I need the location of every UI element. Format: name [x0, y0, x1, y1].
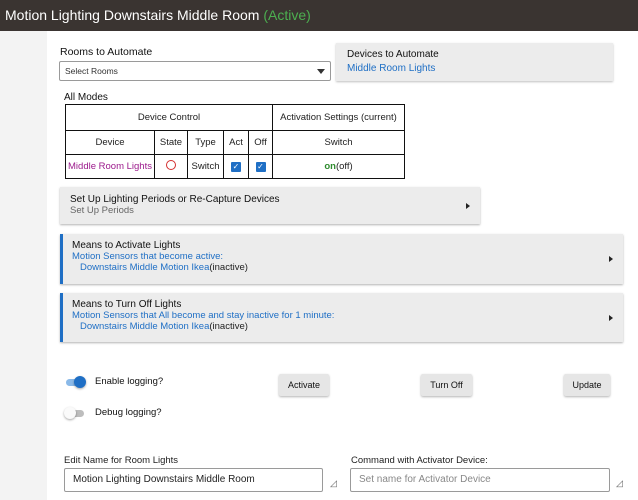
switch-current-text: (off)	[335, 161, 353, 172]
debug-logging-toggle[interactable]	[64, 407, 86, 419]
row-switch: on(off)	[272, 154, 405, 179]
col-state: State	[154, 130, 188, 155]
app-title-bar: Motion Lighting Downstairs Middle Room (…	[0, 0, 638, 31]
row-off[interactable]: ✓	[248, 154, 273, 179]
col-type: Type	[187, 130, 224, 155]
rooms-select-value: Select Rooms	[65, 66, 118, 76]
activate-button[interactable]: Activate	[279, 374, 329, 396]
toggle-knob	[64, 407, 76, 419]
update-button[interactable]: Update	[564, 374, 610, 396]
devices-label: Devices to Automate	[347, 49, 439, 60]
col-act: Act	[223, 130, 249, 155]
lighting-periods-card[interactable]: Set Up Lighting Periods or Re-Capture De…	[60, 187, 480, 224]
app-status: (Active)	[263, 7, 311, 23]
resize-handle-icon[interactable]: ◿	[616, 478, 623, 489]
app-title: Motion Lighting Downstairs Middle Room	[5, 7, 260, 23]
row-act[interactable]: ✓	[223, 154, 249, 179]
dropdown-caret-icon	[317, 69, 325, 74]
col-off: Off	[248, 130, 273, 155]
table-row: Middle Room Lights Switch ✓ ✓ on(off)	[65, 154, 405, 179]
off-checkbox-checked-icon[interactable]: ✓	[255, 162, 266, 172]
col-switch: Switch	[272, 130, 405, 155]
row-type: Switch	[187, 154, 224, 179]
activate-sensor-name: Downstairs Middle Motion Ikea	[80, 262, 210, 273]
periods-title: Set Up Lighting Periods or Re-Capture De…	[70, 194, 280, 205]
turnoff-sensor-name: Downstairs Middle Motion Ikea	[80, 321, 210, 332]
switch-on-text: on	[324, 161, 336, 172]
turnoff-sensor-state: (inactive)	[209, 321, 248, 332]
rooms-select[interactable]: Select Rooms	[59, 61, 331, 81]
turnoff-sensor-line: Downstairs Middle Motion Ikea(inactive)	[72, 321, 623, 332]
turn-off-lights-card[interactable]: Means to Turn Off Lights Motion Sensors …	[60, 293, 623, 342]
row-device-link[interactable]: Middle Room Lights	[65, 154, 155, 179]
turnoff-sensors-label: Motion Sensors that All become and stay …	[72, 310, 335, 321]
device-control-header: Device Control	[65, 104, 273, 131]
modes-label: All Modes	[64, 92, 108, 103]
turn-off-button[interactable]: Turn Off	[421, 374, 472, 396]
command-field-label: Command with Activator Device:	[351, 455, 488, 466]
enable-logging-toggle[interactable]	[64, 376, 86, 388]
turnoff-title: Means to Turn Off Lights	[72, 299, 182, 310]
activator-command-input[interactable]: Set name for Activator Device	[350, 468, 610, 492]
activate-lights-card[interactable]: Means to Activate Lights Motion Sensors …	[60, 234, 623, 284]
card-accent	[60, 293, 63, 342]
debug-logging-label: Debug logging?	[95, 407, 162, 418]
devices-to-automate-card[interactable]: Devices to Automate Middle Room Lights	[336, 43, 613, 81]
device-control-table: Device Control Activation Settings (curr…	[65, 104, 405, 179]
enable-logging-label: Enable logging?	[95, 376, 164, 387]
left-gutter	[0, 31, 47, 500]
row-state[interactable]	[154, 154, 188, 179]
card-accent	[60, 234, 63, 284]
col-device: Device	[65, 130, 155, 155]
expand-arrow-icon	[609, 314, 613, 321]
toggle-knob	[74, 376, 86, 388]
activate-sensor-state: (inactive)	[209, 262, 248, 273]
devices-value[interactable]: Middle Room Lights	[347, 63, 613, 74]
rooms-label: Rooms to Automate	[60, 46, 153, 58]
activate-title: Means to Activate Lights	[72, 240, 181, 251]
room-lights-name-input[interactable]: Motion Lighting Downstairs Middle Room	[64, 468, 323, 492]
resize-handle-icon[interactable]: ◿	[330, 478, 337, 489]
expand-arrow-icon	[466, 202, 470, 209]
off-state-circle-icon	[166, 160, 176, 170]
activate-sensor-line: Downstairs Middle Motion Ikea(inactive)	[72, 262, 623, 273]
periods-subtitle: Set Up Periods	[70, 205, 134, 216]
name-field-label: Edit Name for Room Lights	[64, 455, 179, 466]
expand-arrow-icon	[609, 256, 613, 262]
activate-sensors-label: Motion Sensors that become active:	[72, 251, 224, 262]
act-checkbox-checked-icon[interactable]: ✓	[231, 162, 241, 172]
activation-settings-header: Activation Settings (current)	[272, 104, 405, 131]
